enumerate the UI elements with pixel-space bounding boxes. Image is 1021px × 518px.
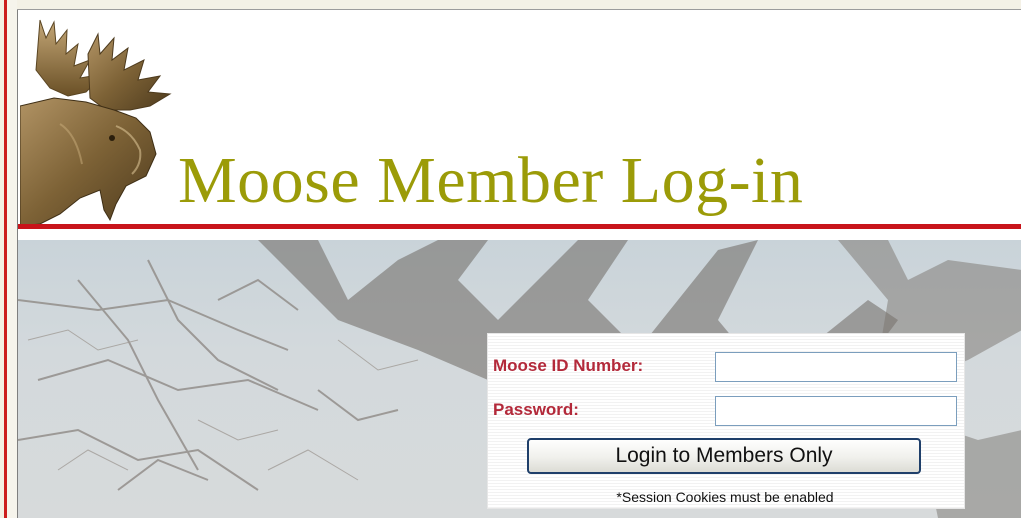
password-label: Password: — [493, 400, 579, 419]
page-content: Moose Member Log-in Moose ID Number: Pas… — [17, 10, 1021, 518]
header-divider — [18, 224, 1021, 229]
browser-frame: Moose Member Log-in Moose ID Number: Pas… — [0, 0, 1021, 518]
page-header: Moose Member Log-in — [18, 10, 1021, 232]
moose-id-label: Moose ID Number: — [493, 356, 644, 375]
password-input[interactable] — [715, 396, 957, 426]
left-margin — [7, 0, 17, 518]
moose-head-icon — [20, 19, 172, 227]
login-button[interactable]: Login to Members Only — [527, 438, 921, 474]
page-title: Moose Member Log-in — [178, 144, 804, 217]
login-form: Moose ID Number: Password: Login to Memb… — [487, 333, 965, 509]
cookie-note: *Session Cookies must be enabled — [616, 489, 834, 505]
moose-id-input[interactable] — [715, 352, 957, 382]
top-border — [17, 0, 1021, 10]
